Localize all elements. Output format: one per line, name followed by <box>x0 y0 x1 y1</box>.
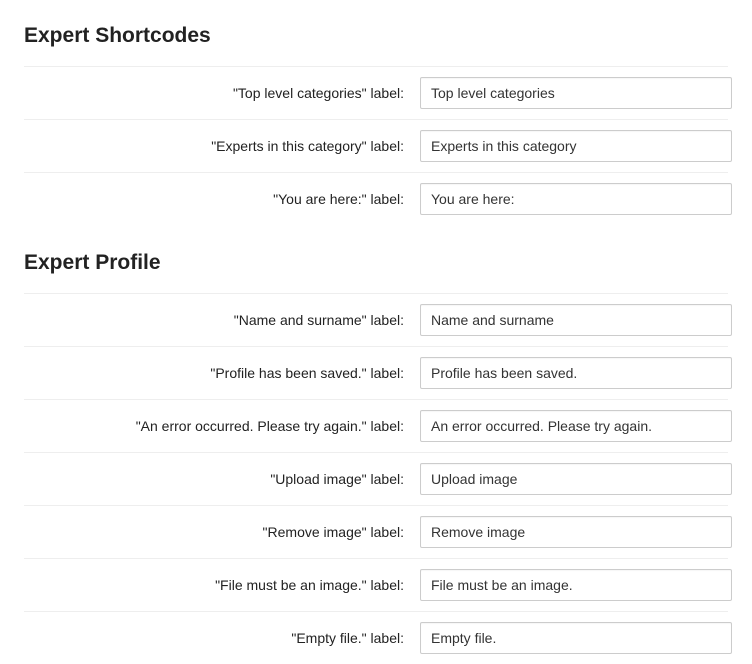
field-label: "You are here:" label: <box>24 173 414 226</box>
section-expert-profile: Expert Profile "Name and surname" label:… <box>24 251 728 664</box>
table-row: "Remove image" label: <box>24 506 728 559</box>
table-row: "Profile has been saved." label: <box>24 347 728 400</box>
table-row: "Top level categories" label: <box>24 67 728 120</box>
field-label: "Empty file." label: <box>24 612 414 664</box>
table-row: "Name and surname" label: <box>24 294 728 347</box>
top-level-categories-input[interactable] <box>420 77 732 109</box>
name-surname-input[interactable] <box>420 304 732 336</box>
empty-file-input[interactable] <box>420 622 732 654</box>
error-occurred-input[interactable] <box>420 410 732 442</box>
settings-page: Expert Shortcodes "Top level categories"… <box>0 0 752 664</box>
table-row: "File must be an image." label: <box>24 559 728 612</box>
field-label: "Upload image" label: <box>24 453 414 506</box>
upload-image-input[interactable] <box>420 463 732 495</box>
profile-saved-input[interactable] <box>420 357 732 389</box>
form-table-profile: "Name and surname" label: "Profile has b… <box>24 293 728 664</box>
table-row: "Empty file." label: <box>24 612 728 664</box>
experts-in-category-input[interactable] <box>420 130 732 162</box>
field-label: "Experts in this category" label: <box>24 120 414 173</box>
remove-image-input[interactable] <box>420 516 732 548</box>
field-label: "File must be an image." label: <box>24 559 414 612</box>
table-row: "Experts in this category" label: <box>24 120 728 173</box>
field-label: "Profile has been saved." label: <box>24 347 414 400</box>
you-are-here-input[interactable] <box>420 183 732 215</box>
field-label: "Remove image" label: <box>24 506 414 559</box>
table-row: "You are here:" label: <box>24 173 728 226</box>
file-must-be-image-input[interactable] <box>420 569 732 601</box>
table-row: "An error occurred. Please try again." l… <box>24 400 728 453</box>
field-label: "An error occurred. Please try again." l… <box>24 400 414 453</box>
section-heading-shortcodes: Expert Shortcodes <box>24 24 728 48</box>
field-label: "Name and surname" label: <box>24 294 414 347</box>
table-row: "Upload image" label: <box>24 453 728 506</box>
form-table-shortcodes: "Top level categories" label: "Experts i… <box>24 66 728 225</box>
field-label: "Top level categories" label: <box>24 67 414 120</box>
section-heading-profile: Expert Profile <box>24 251 728 275</box>
section-expert-shortcodes: Expert Shortcodes "Top level categories"… <box>24 24 728 225</box>
